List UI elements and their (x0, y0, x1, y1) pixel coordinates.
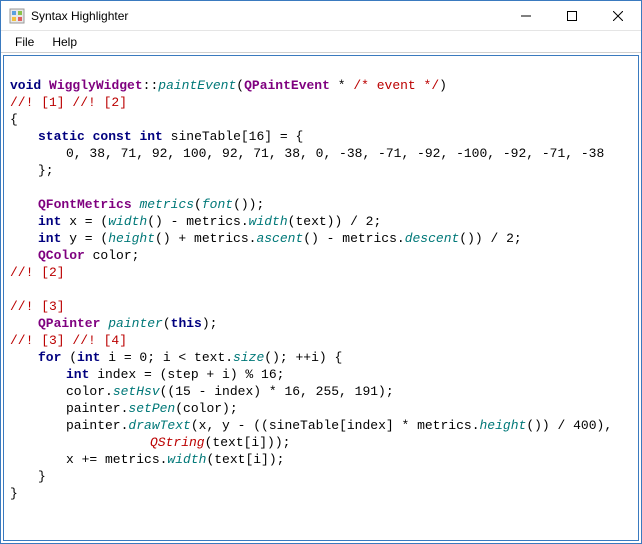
titlebar: Syntax Highlighter (1, 1, 641, 31)
code-line: QString(text[i])); (10, 435, 290, 450)
close-button[interactable] (595, 1, 641, 30)
code-line: color.setHsv((15 - index) * 16, 255, 191… (10, 384, 394, 399)
code-line: int y = (height() + metrics.ascent() - m… (10, 231, 522, 246)
window-title: Syntax Highlighter (31, 9, 503, 23)
code-line: //! [1] //! [2] (10, 95, 127, 110)
code-line: //! [2] (10, 265, 65, 280)
menubar: File Help (1, 31, 641, 53)
app-icon (9, 8, 25, 24)
code-line: x += metrics.width(text[i]); (10, 452, 284, 467)
window-controls (503, 1, 641, 30)
code-line: int x = (width() - metrics.width(text)) … (10, 214, 381, 229)
code-line: //! [3] //! [4] (10, 333, 127, 348)
code-line: QPainter painter(this); (10, 316, 217, 331)
code-line: 0, 38, 71, 92, 100, 92, 71, 38, 0, -38, … (10, 146, 604, 161)
menu-help[interactable]: Help (44, 33, 85, 51)
menu-file[interactable]: File (7, 33, 42, 51)
code-line: QColor color; (10, 248, 139, 263)
code-line: painter.drawText(x, y - ((sineTable[inde… (10, 418, 612, 433)
code-line: void WigglyWidget::paintEvent(QPaintEven… (10, 78, 447, 93)
code-line: static const int sineTable[16] = { (10, 129, 303, 144)
code-line: QFontMetrics metrics(font()); (10, 197, 264, 212)
maximize-button[interactable] (549, 1, 595, 30)
code-line: } (10, 469, 46, 484)
code-line: { (10, 112, 18, 127)
code-line: int index = (step + i) % 16; (10, 367, 284, 382)
code-line: } (10, 486, 18, 501)
code-line: for (int i = 0; i < text.size(); ++i) { (10, 350, 342, 365)
code-line: painter.setPen(color); (10, 401, 238, 416)
code-line: }; (10, 163, 54, 178)
minimize-button[interactable] (503, 1, 549, 30)
code-editor[interactable]: void WigglyWidget::paintEvent(QPaintEven… (3, 55, 639, 541)
code-line: //! [3] (10, 299, 65, 314)
